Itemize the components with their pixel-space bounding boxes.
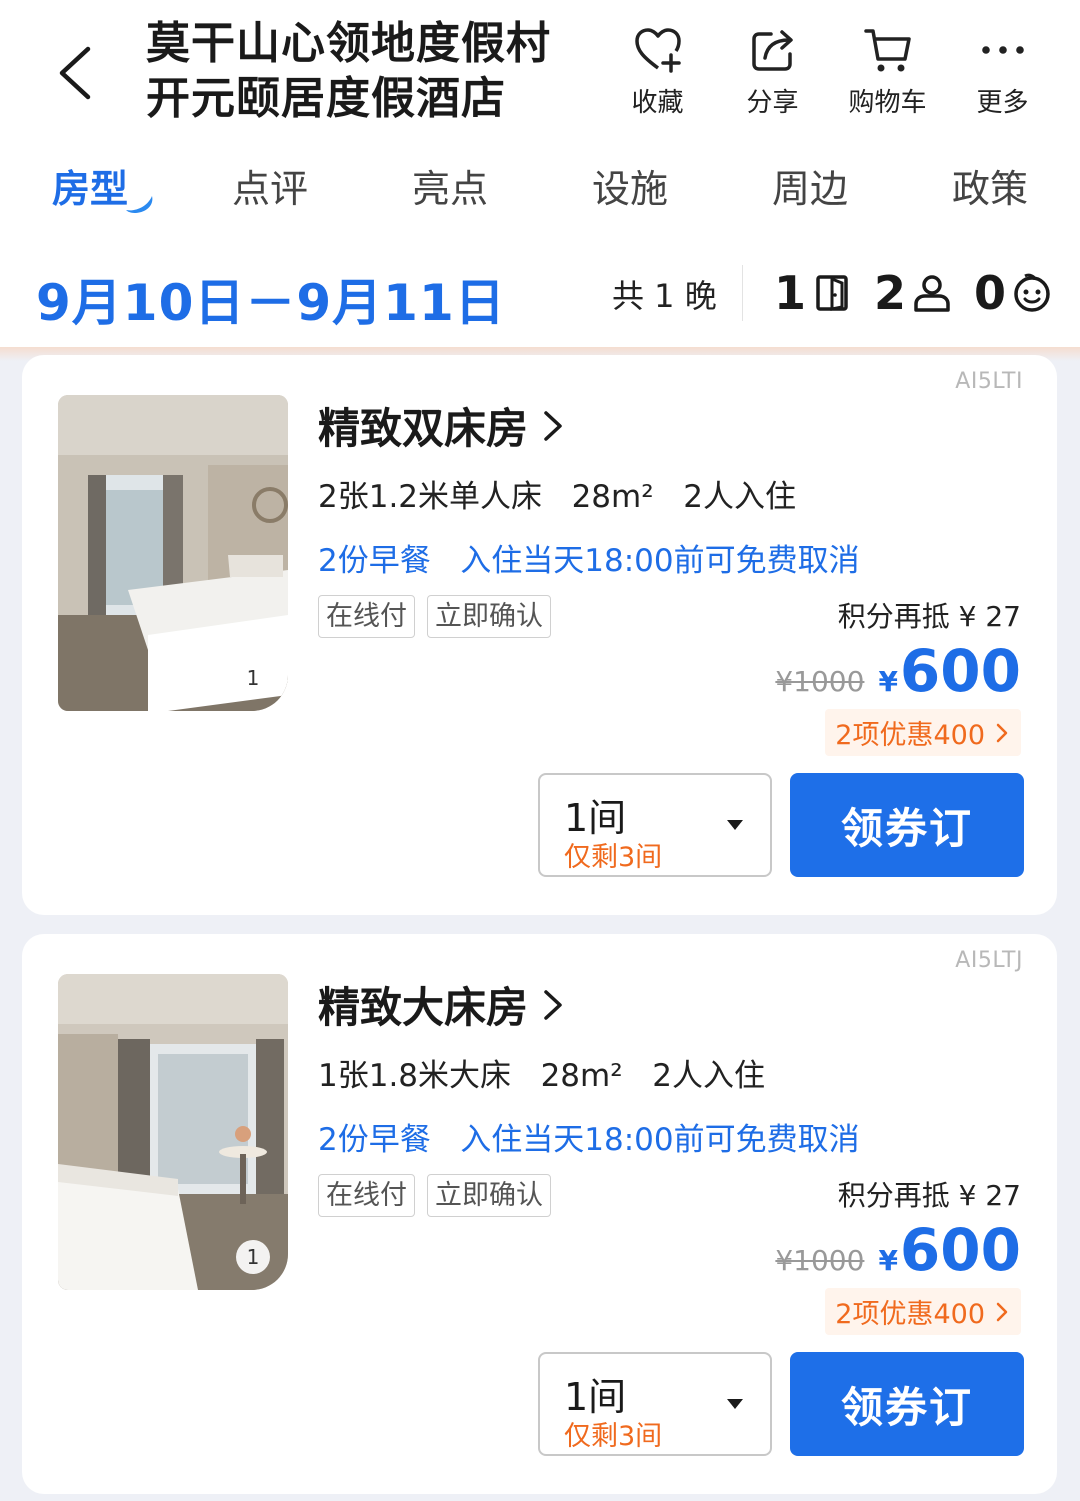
heart-plus-icon: [630, 22, 686, 78]
share-button[interactable]: 分享: [715, 22, 830, 122]
room-spec: 2张1.2米单人床 28m² 2人入住: [318, 479, 796, 515]
tab-policies[interactable]: 政策: [930, 158, 1050, 213]
remaining-rooms: 仅剩3间: [564, 1421, 663, 1452]
room-title[interactable]: 精致双床房: [318, 395, 564, 456]
tab-nearby[interactable]: 周边: [750, 158, 870, 213]
nights-count: 共 1 晚: [612, 277, 717, 315]
current-price: 600: [899, 1216, 1021, 1284]
adult-count: 2: [874, 266, 907, 320]
points-deduction: 积分再抵 ¥ 27: [837, 1179, 1021, 1212]
chevron-right-icon: [542, 988, 564, 1022]
door-icon: [810, 271, 854, 315]
more-button[interactable]: 更多: [945, 22, 1060, 122]
divider: [742, 265, 743, 321]
caret-down-icon: [727, 820, 743, 830]
back-button[interactable]: [44, 38, 104, 108]
quantity-value: 1间: [564, 1375, 627, 1419]
guest-selector[interactable]: 1 2 0: [774, 263, 1054, 323]
current-price: 600: [899, 637, 1021, 705]
discount-text: 2项优惠400: [835, 1299, 985, 1330]
child-icon: [1010, 271, 1054, 315]
more-icon: [975, 22, 1031, 78]
currency-symbol: ¥: [878, 1244, 898, 1277]
original-price: ¥1000: [775, 665, 865, 698]
tag-online-pay: 在线付: [318, 1174, 415, 1217]
room-photo[interactable]: 1: [58, 974, 288, 1290]
share-icon: [745, 22, 801, 78]
discount-link[interactable]: 2项优惠400: [825, 1288, 1021, 1335]
top-actions: 收藏 分享 购物车 更多: [600, 22, 1060, 122]
book-button[interactable]: 领券订: [790, 1352, 1024, 1456]
chevron-left-icon: [59, 46, 91, 100]
chevron-right-icon: [996, 1302, 1008, 1321]
date-range[interactable]: 9月10日－9月11日: [36, 263, 506, 335]
top-bar: 莫干山心领地度假村 开元颐居度假酒店 收藏 分享 购物车 更多: [0, 0, 1080, 140]
currency-symbol: ¥: [878, 665, 898, 698]
chevron-right-icon: [542, 409, 564, 443]
favorite-button[interactable]: 收藏: [600, 22, 715, 122]
tag-instant-confirm: 立即确认: [427, 1174, 551, 1217]
room-code: AI5LTJ: [955, 948, 1023, 973]
cart-label: 购物车: [848, 88, 927, 118]
share-label: 分享: [746, 88, 799, 118]
room-tags: 在线付 立即确认: [318, 1174, 563, 1217]
hotel-name-line2: 开元颐居度假酒店: [146, 73, 506, 124]
tab-highlights[interactable]: 亮点: [390, 158, 510, 213]
book-button[interactable]: 领券订: [790, 773, 1024, 877]
cart-button[interactable]: 购物车: [830, 22, 945, 122]
section-tabs: 房型 点评 亮点 设施 周边 政策: [0, 140, 1080, 235]
room-code: AI5LTI: [955, 369, 1023, 394]
favorite-label: 收藏: [631, 88, 684, 118]
caret-down-icon: [727, 1399, 743, 1409]
photo-count-badge: 1: [236, 1240, 270, 1274]
room-quantity-select[interactable]: 1间 仅剩3间: [538, 1352, 772, 1456]
tab-reviews[interactable]: 点评: [210, 158, 330, 213]
room-spec: 1张1.8米大床 28m² 2人入住: [318, 1058, 765, 1094]
chevron-right-icon: [996, 723, 1008, 742]
photo-count-badge: 1: [236, 661, 270, 695]
room-name: 精致大床房: [318, 983, 529, 1032]
cart-icon: [860, 22, 916, 78]
room-card[interactable]: AI5LTI 1 精致双床房 2张1.2米单人床 28m² 2人入住 2份早餐 …: [22, 355, 1057, 915]
room-quantity-select[interactable]: 1间 仅剩3间: [538, 773, 772, 877]
more-label: 更多: [976, 88, 1029, 118]
hotel-name: 莫干山心领地度假村 开元颐居度假酒店: [146, 16, 586, 126]
stay-bar: 9月10日－9月11日 共 1 晚 1 2 0: [0, 235, 1080, 347]
tag-online-pay: 在线付: [318, 595, 415, 638]
active-tab-indicator: [126, 196, 153, 213]
room-count: 1: [774, 266, 807, 320]
original-price: ¥1000: [775, 1244, 865, 1277]
points-deduction: 积分再抵 ¥ 27: [837, 600, 1021, 633]
price-row: ¥1000 ¥ 600: [775, 1216, 1021, 1284]
room-perks: 2份早餐 入住当天18:00前可免费取消: [318, 543, 860, 579]
quantity-value: 1间: [564, 796, 627, 840]
adult-icon: [910, 271, 954, 315]
discount-text: 2项优惠400: [835, 720, 985, 751]
room-perks: 2份早餐 入住当天18:00前可免费取消: [318, 1122, 860, 1158]
hotel-name-line1: 莫干山心领地度假村: [146, 18, 551, 69]
room-title[interactable]: 精致大床房: [318, 974, 564, 1035]
room-name: 精致双床房: [318, 404, 529, 453]
tag-instant-confirm: 立即确认: [427, 595, 551, 638]
remaining-rooms: 仅剩3间: [564, 842, 663, 873]
room-tags: 在线付 立即确认: [318, 595, 563, 638]
tab-facilities[interactable]: 设施: [570, 158, 690, 213]
child-count: 0: [974, 266, 1007, 320]
room-card[interactable]: AI5LTJ 1 精致大床房 1张1.8米大床 28m² 2人入住 2份早餐 入…: [22, 934, 1057, 1494]
room-photo[interactable]: 1: [58, 395, 288, 711]
discount-link[interactable]: 2项优惠400: [825, 709, 1021, 756]
price-row: ¥1000 ¥ 600: [775, 637, 1021, 705]
